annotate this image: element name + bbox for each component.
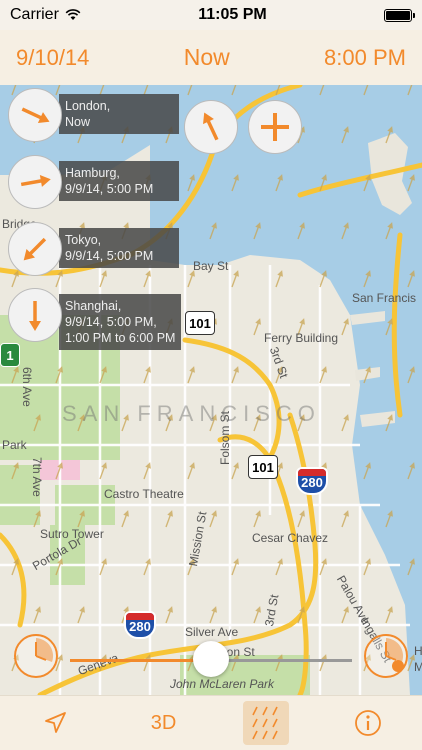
time-header: 9/10/14 Now 8:00 PM [0, 30, 422, 85]
london-direction-dial[interactable] [8, 88, 62, 142]
london-city: London, [65, 99, 111, 113]
plus-icon [261, 113, 289, 141]
hamburg-arrow-icon [20, 175, 51, 187]
us101-shield-north: 101 [185, 311, 215, 335]
i280-shield-north: 280 [296, 467, 328, 495]
wind-arrow [385, 606, 393, 624]
shanghai-city: Shanghai, [65, 299, 122, 313]
wind-arrow [187, 366, 195, 384]
wind-arrow [275, 558, 283, 576]
hamburg-direction-dial[interactable] [8, 155, 62, 209]
wind-grid-icon [251, 706, 278, 740]
map-label-6th-ave: 6th Ave [20, 367, 34, 407]
wind-arrow [253, 510, 261, 528]
wind-arrow [341, 414, 349, 432]
map-label-park: Park [2, 438, 27, 452]
info-button[interactable] [338, 701, 398, 745]
tokyo-direction-dial[interactable] [8, 222, 62, 276]
wind-overlay-toggle[interactable] [242, 701, 289, 745]
shanghai-arrow-icon [29, 301, 41, 331]
wind-arrow [209, 606, 217, 624]
map-label-7th-ave: 7th Ave [30, 457, 44, 497]
hamburg-detail: 9/9/14, 5:00 PM [65, 182, 154, 196]
time-slider-fill [70, 659, 211, 662]
info-icon [354, 710, 381, 736]
sun-direction-arrow-icon [203, 112, 219, 141]
time-slider-thumb[interactable] [193, 641, 229, 677]
map-label-john-mclaren: John McLaren Park [170, 677, 275, 691]
wind-arrow [121, 510, 129, 528]
sun-direction-button[interactable] [184, 100, 238, 154]
timezone-tokyo[interactable]: Tokyo, 9/9/14, 5:00 PM [8, 222, 179, 276]
tokyo-arrow-icon [23, 237, 47, 261]
carrier-label: Carrier [10, 6, 59, 23]
wifi-icon [65, 9, 81, 20]
map-label-m: M [414, 660, 422, 674]
i280-shield-south: 280 [124, 611, 156, 639]
tokyo-city: Tokyo, [65, 233, 102, 247]
wind-arrow [165, 510, 173, 528]
wind-arrow [253, 318, 261, 336]
wind-arrow [165, 606, 173, 624]
city-label: SAN FRANCISCO [62, 401, 321, 426]
map-label-ferry-building: Ferry Building [264, 331, 339, 345]
timezone-shanghai[interactable]: Shanghai, 9/9/14, 5:00 PM, 1:00 PM to 6:… [8, 288, 182, 350]
wind-arrow [363, 558, 371, 576]
3d-button[interactable]: 3D [134, 701, 194, 745]
shanghai-label: Shanghai, 9/9/14, 5:00 PM, 1:00 PM to 6:… [59, 294, 182, 350]
now-button[interactable]: Now [184, 44, 230, 71]
tokyo-label: Tokyo, 9/9/14, 5:00 PM [59, 228, 179, 268]
battery-icon [384, 8, 415, 22]
wind-arrow [33, 606, 41, 624]
us101-shield-south: 101 [248, 455, 278, 479]
add-button[interactable] [248, 100, 302, 154]
clock-icon [385, 638, 404, 672]
end-clock-button[interactable] [364, 634, 408, 678]
wind-arrow [187, 462, 195, 480]
shanghai-detail-range: 1:00 PM to 6:00 PM [65, 331, 176, 345]
hamburg-label: Hamburg, 9/9/14, 5:00 PM [59, 161, 179, 201]
map-label-h: H [414, 644, 422, 658]
status-time: 11:05 PM [198, 6, 267, 23]
date-button[interactable]: 9/10/14 [16, 45, 89, 71]
start-clock-button[interactable] [14, 634, 58, 678]
status-bar: Carrier 11:05 PM [0, 0, 422, 30]
wind-arrow [253, 606, 261, 624]
london-detail: Now [65, 115, 91, 129]
wind-arrow [341, 510, 349, 528]
shanghai-direction-dial[interactable] [8, 288, 62, 342]
wind-arrow [341, 318, 349, 336]
location-button[interactable] [25, 701, 85, 745]
map-label-castro-theatre: Castro Theatre [104, 487, 184, 501]
map-label-silver-ave: Silver Ave [185, 625, 239, 639]
wind-arrow [77, 606, 85, 624]
location-arrow-icon [44, 712, 66, 733]
map-label-cesar-chavez: Cesar Chavez [252, 531, 329, 545]
map-label-bay-st: Bay St [193, 259, 229, 273]
london-label: London, Now [59, 94, 179, 134]
tokyo-detail: 9/9/14, 5:00 PM [65, 249, 154, 263]
wind-arrow [275, 270, 283, 288]
london-arrow-icon [21, 107, 50, 123]
timezone-hamburg[interactable]: Hamburg, 9/9/14, 5:00 PM [8, 155, 179, 209]
shanghai-detail: 9/9/14, 5:00 PM, [65, 315, 157, 329]
wind-arrow [297, 510, 305, 528]
hamburg-city: Hamburg, [65, 166, 120, 180]
time-button[interactable]: 8:00 PM [324, 45, 406, 71]
bottom-toolbar: 3D [0, 695, 422, 750]
map-label-san-francisco: San Francis [352, 291, 417, 305]
timezone-london[interactable]: London, Now [8, 88, 179, 142]
clock-icon [35, 638, 54, 662]
